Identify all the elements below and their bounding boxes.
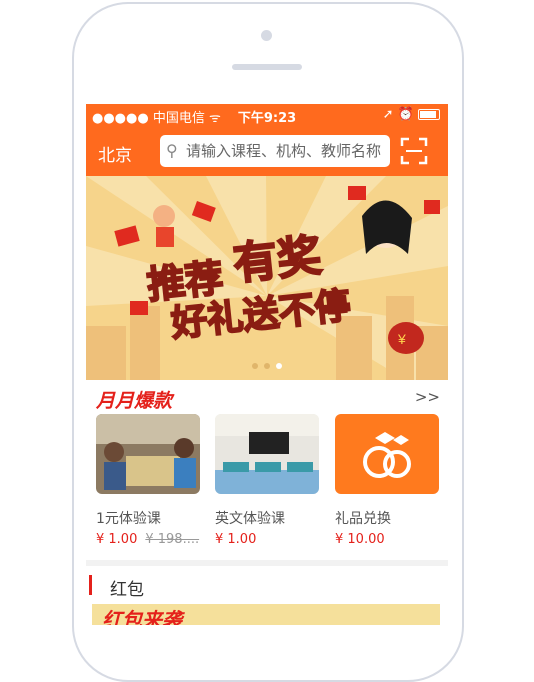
red-packet-banner[interactable]: 红包来袭 [92,604,440,625]
product-price: ¥ 1.00 [215,532,257,547]
search-input[interactable]: ⚲ 请输入课程、机构、教师名称 [160,135,390,167]
product-name: 1元体验课 [96,511,161,527]
product-price: ¥ 1.00 ¥ 198.... [96,532,200,547]
status-icons: ➚ ⏰ [383,107,440,122]
carousel-dot[interactable] [252,363,258,369]
front-camera [261,30,272,41]
coin-mark: ¥ [397,331,406,347]
original-price: ¥ 198.... [145,532,200,547]
scan-icon[interactable] [400,137,428,165]
product-name: 英文体验课 [215,511,285,527]
promo-banner[interactable]: ¥ 推荐 有奖 好礼送不停 [86,176,448,380]
product-name: 礼品兑换 [335,511,391,527]
red-packet-banner-text: 红包来袭 [102,608,182,625]
product-image [215,414,319,494]
carousel-dots [86,354,448,373]
top-navigation: 北京 ⚲ 请输入课程、机构、教师名称 [86,126,448,176]
product-card-english-class[interactable]: 英文体验课 ¥ 1.00 [215,414,319,547]
status-bar: ●●●●● 中国电信 ᯤ 下午9:23 ➚ ⏰ [86,104,448,126]
section-title: 月月爆款 [96,390,173,412]
red-packet-section: 红包 红包来袭 [86,566,448,625]
location-alarm-icon: ➚ ⏰ [382,107,414,122]
city-selector[interactable]: 北京 [98,141,132,166]
search-icon: ⚲ [166,141,178,160]
battery-icon [418,109,440,120]
earpiece-speaker [232,64,302,70]
banner-illustration: ¥ 推荐 有奖 好礼送不停 [86,176,448,380]
carousel-dot[interactable] [264,363,270,369]
more-link[interactable]: >> [415,388,440,406]
search-placeholder: 请输入课程、机构、教师名称 [186,142,382,160]
carousel-dot-active[interactable] [276,363,282,369]
product-price: ¥ 10.00 [335,532,385,547]
app-screen: ●●●●● 中国电信 ᯤ 下午9:23 ➚ ⏰ 北京 ⚲ 请输入课程、机构、教师… [86,104,448,625]
gift-logo-image [335,414,439,494]
section-marker [89,575,92,595]
product-image [96,414,200,494]
section-title: 红包 [110,580,144,600]
product-card-trial-class[interactable]: 1元体验课 ¥ 1.00 ¥ 198.... [96,414,200,547]
product-card-gift-exchange[interactable]: 礼品兑换 ¥ 10.00 [335,414,439,547]
banner-headline-2: 有奖 [231,231,324,289]
current-price: ¥ 1.00 [96,532,138,547]
monthly-hot-section: 月月爆款 >> 1元体验课 ¥ 1.00 ¥ 198.... 英文体验课 ¥ 1… [86,380,448,560]
